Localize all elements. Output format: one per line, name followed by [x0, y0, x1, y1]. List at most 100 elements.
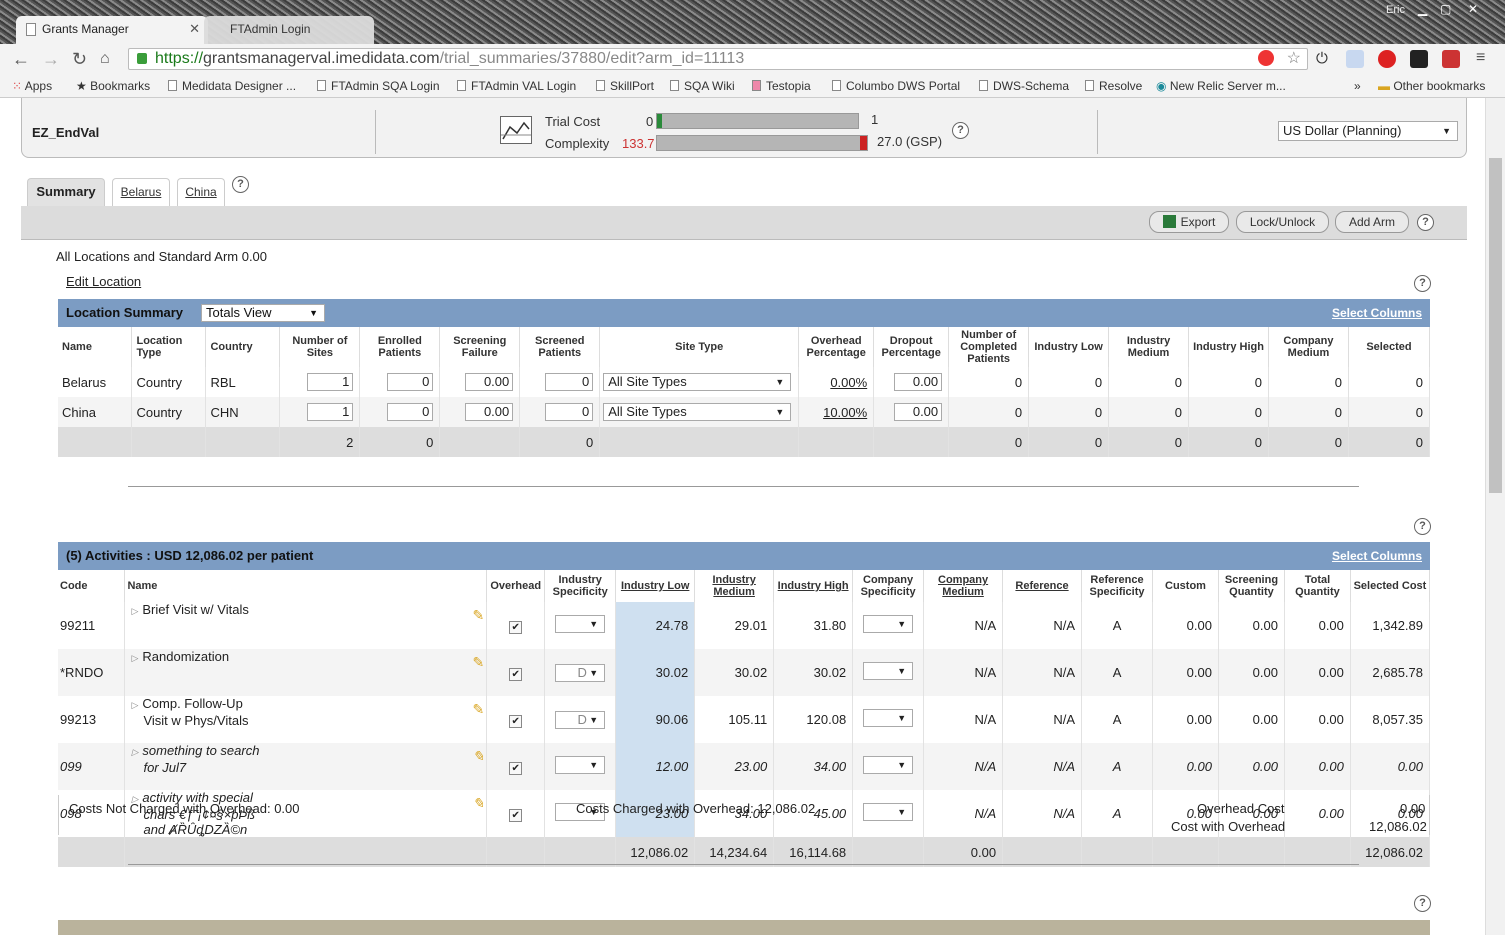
star-icon[interactable]: ☆ — [1287, 49, 1301, 69]
expand-icon[interactable]: ▷ — [131, 606, 138, 616]
company-specificity-select[interactable]: ▼ — [863, 709, 914, 727]
dropout-input[interactable]: 0.00 — [894, 403, 943, 421]
reload-icon[interactable]: ↻ — [72, 49, 87, 70]
home-icon[interactable]: ⌂ — [100, 50, 110, 68]
bookmark-bookmarks[interactable]: ★ Bookmarks — [76, 79, 150, 93]
expand-icon[interactable]: ▷ — [131, 653, 138, 663]
code-input[interactable]: 99211 — [60, 618, 95, 633]
sites-input[interactable]: 1 — [307, 403, 354, 421]
overhead-checkbox[interactable]: ✔ — [509, 714, 523, 728]
dropout-input[interactable]: 0.00 — [894, 373, 943, 391]
url-input[interactable]: https://grantsmanagerval.imedidata.com/t… — [128, 48, 1308, 70]
bookmark-testopia[interactable]: Testopia — [752, 79, 811, 93]
minimize-icon[interactable]: ▁ — [1418, 2, 1427, 16]
company-specificity-select[interactable]: ▼ — [863, 803, 914, 821]
col-company-medium[interactable]: Company Medium — [923, 570, 1004, 602]
bookmark-dws-schema[interactable]: DWS-Schema — [979, 79, 1069, 93]
pencil-icon[interactable]: ✎ — [473, 796, 485, 811]
company-specificity-select[interactable]: ▼ — [863, 756, 914, 774]
screening-failure-input[interactable]: 0.00 — [465, 403, 514, 421]
col-industry-low[interactable]: Industry Low — [615, 570, 696, 602]
bookmark-skillport[interactable]: SkillPort — [596, 79, 654, 93]
pencil-icon[interactable]: ✎ — [473, 702, 485, 717]
pencil-icon[interactable]: ✎ — [473, 655, 485, 670]
calendar-ext-icon[interactable] — [1442, 50, 1460, 68]
power-icon[interactable]: ⏻ — [1316, 50, 1334, 68]
overhead-link[interactable]: 10.00% — [798, 397, 875, 427]
browser-tab-grants[interactable]: Grants Manager ✕ — [16, 16, 208, 44]
code-input[interactable]: 099 — [60, 759, 82, 774]
bookmark-ftadmin-sqa[interactable]: FTAdmin SQA Login — [317, 79, 440, 93]
code-input[interactable]: 99213 — [60, 712, 96, 727]
help-icon[interactable]: ? — [1414, 275, 1431, 292]
glasses-ext-icon[interactable] — [1410, 50, 1428, 68]
overhead-checkbox[interactable]: ✔ — [509, 620, 523, 634]
enrolled-input[interactable]: 0 — [387, 403, 434, 421]
maximize-icon[interactable]: ▢ — [1440, 2, 1451, 16]
help-icon[interactable]: ? — [1414, 895, 1431, 912]
code-input[interactable]: *RNDO — [60, 665, 103, 680]
stop-ext-icon[interactable] — [1378, 50, 1396, 68]
back-icon[interactable]: ← — [12, 49, 30, 70]
help-icon[interactable]: ? — [232, 176, 249, 193]
scrollbar[interactable] — [1485, 98, 1505, 935]
col-industry-medium[interactable]: Industry Medium — [694, 570, 775, 602]
enrolled-input[interactable]: 0 — [387, 373, 434, 391]
bookmark-sqa-wiki[interactable]: SQA Wiki — [670, 79, 735, 93]
expand-icon[interactable]: ▷ — [131, 747, 138, 757]
scrollbar-thumb[interactable] — [1489, 158, 1502, 493]
add-arm-button[interactable]: Add Arm — [1335, 211, 1409, 233]
help-icon[interactable]: ? — [1417, 214, 1434, 231]
view-select[interactable]: Totals View ▼ — [201, 304, 325, 322]
screened-input[interactable]: 0 — [545, 403, 594, 421]
screening-failure-input[interactable]: 0.00 — [465, 373, 514, 391]
help-icon[interactable]: ? — [1414, 518, 1431, 535]
site-type-select[interactable]: All Site Types ▼ — [603, 403, 792, 421]
tab-china[interactable]: China — [177, 178, 225, 206]
notes-ext-icon[interactable] — [1346, 50, 1364, 68]
adblock-icon[interactable] — [1258, 50, 1274, 66]
help-icon[interactable]: ? — [952, 122, 969, 139]
bookmark-resolve[interactable]: Resolve — [1085, 79, 1142, 93]
expand-icon[interactable]: ▷ — [131, 700, 138, 710]
screened-input[interactable]: 0 — [545, 373, 594, 391]
close-tab-icon[interactable]: ✕ — [189, 16, 200, 42]
edit-location-link[interactable]: Edit Location — [66, 274, 141, 289]
site-type-select[interactable]: All Site Types ▼ — [603, 373, 792, 391]
overhead-checkbox[interactable]: ✔ — [509, 761, 523, 775]
industry-specificity-select[interactable]: ▼ — [555, 756, 606, 774]
company-specificity-select[interactable]: ▼ — [863, 662, 914, 680]
bookmark-other[interactable]: ▬ Other bookmarks — [1378, 79, 1485, 93]
bookmark-new-relic[interactable]: ◉ New Relic Server m... — [1156, 79, 1286, 93]
pencil-icon[interactable]: ✎ — [473, 608, 485, 623]
bookmark-medidata-designer[interactable]: Medidata Designer ... — [168, 79, 296, 93]
bookmarks-overflow[interactable]: » — [1354, 79, 1361, 93]
industry-specificity-select[interactable]: D ▼ — [555, 710, 606, 729]
overhead-checkbox[interactable]: ✔ — [509, 667, 523, 681]
industry-specificity-select[interactable]: ▼ — [555, 615, 606, 633]
currency-select[interactable]: US Dollar (Planning) ▼ — [1278, 121, 1458, 141]
col-reference[interactable]: Reference — [1002, 570, 1083, 602]
tab-belarus[interactable]: Belarus — [112, 178, 170, 206]
select-columns-link[interactable]: Select Columns — [1332, 299, 1422, 327]
tab-summary[interactable]: Summary — [27, 178, 105, 206]
company-specificity-select[interactable]: ▼ — [863, 615, 914, 633]
bookmark-columbo[interactable]: Columbo DWS Portal — [832, 79, 960, 93]
export-button[interactable]: Export — [1149, 211, 1229, 233]
overhead-checkbox[interactable]: ✔ — [509, 808, 523, 822]
close-window-icon[interactable]: ✕ — [1468, 2, 1478, 16]
select-columns-link[interactable]: Select Columns — [1332, 542, 1422, 570]
bookmark-ftadmin-val[interactable]: FTAdmin VAL Login — [457, 79, 576, 93]
menu-icon[interactable]: ≡ — [1476, 49, 1485, 67]
bookmark-apps[interactable]: ⁙ Apps — [12, 79, 52, 93]
browser-tab-ftadmin[interactable]: FTAdmin Login — [204, 16, 374, 44]
overhead-link[interactable]: 0.00% — [798, 367, 875, 397]
user-name[interactable]: Eric — [1386, 4, 1405, 16]
lock-unlock-button[interactable]: Lock/Unlock — [1236, 211, 1329, 233]
sites-input[interactable]: 1 — [307, 373, 354, 391]
forward-icon[interactable]: → — [42, 49, 60, 70]
industry-specificity-select[interactable]: D ▼ — [555, 663, 606, 682]
chart-icon[interactable] — [500, 116, 532, 144]
col-industry-high[interactable]: Industry High — [773, 570, 854, 602]
pencil-icon[interactable]: ✎ — [473, 749, 485, 764]
